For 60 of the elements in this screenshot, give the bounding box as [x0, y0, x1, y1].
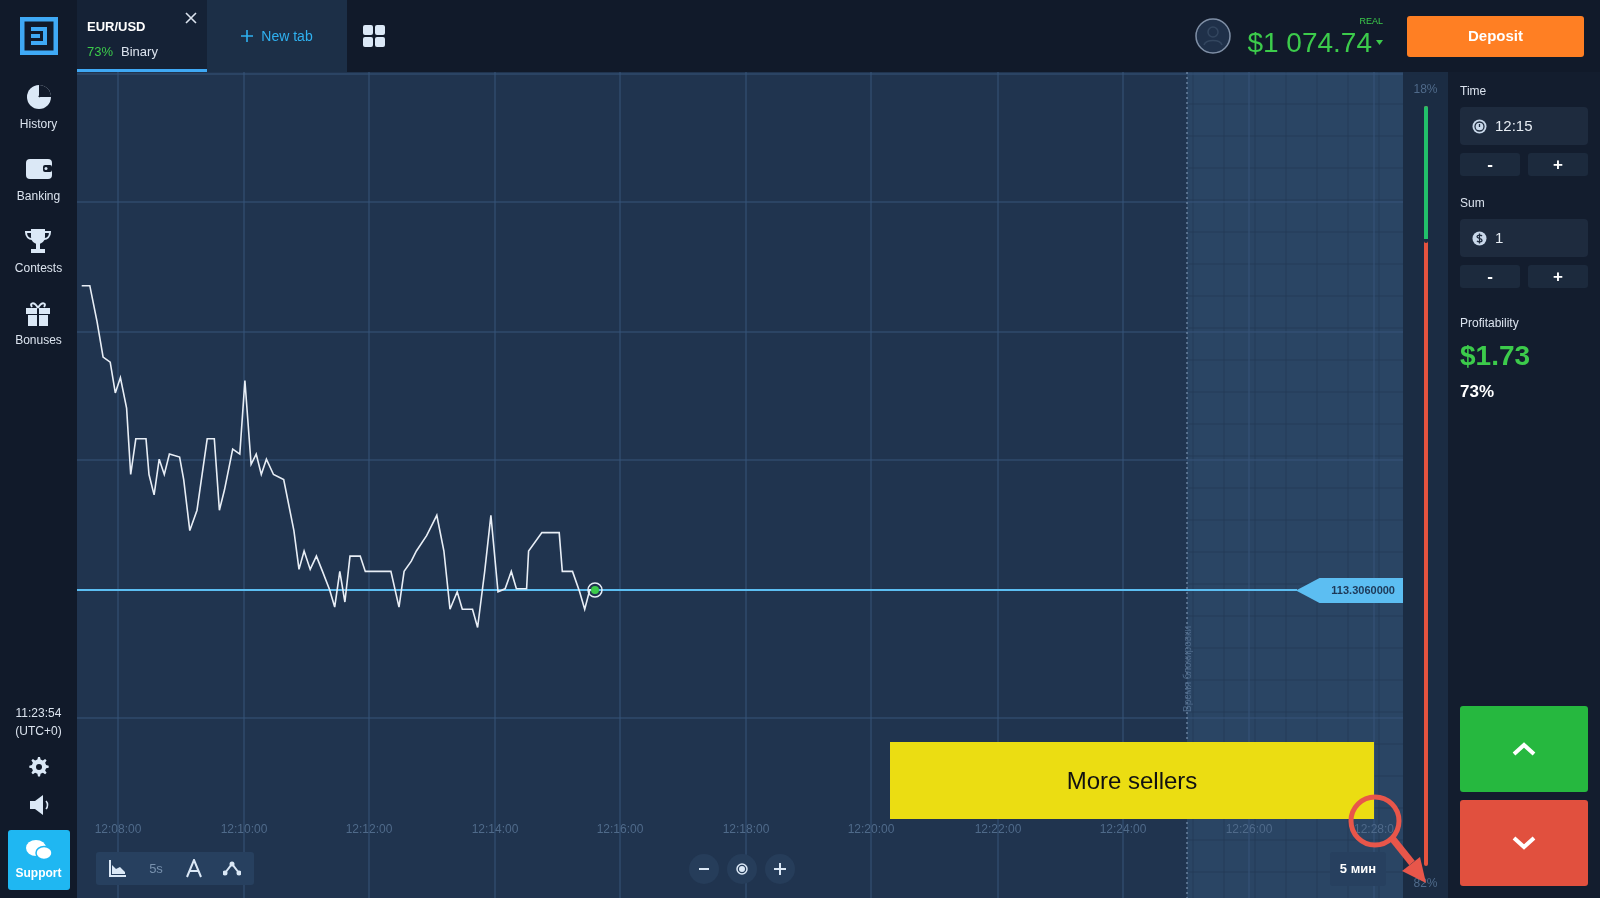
timezone-label: (UTC+0) — [15, 723, 62, 740]
sidebar-item[interactable]: Contests — [8, 226, 69, 278]
avatar-icon[interactable] — [1195, 18, 1232, 54]
time-axis-label: 12:18:00 — [722, 822, 770, 836]
chat-bubbles-icon — [24, 838, 53, 862]
balance-amount[interactable]: $1 074.74 — [1247, 28, 1372, 57]
lock-time-label: Время блокировки — [1181, 626, 1194, 712]
zoom-in-icon — [774, 863, 786, 875]
time-axis-label: 12:14:00 — [471, 822, 519, 836]
profitability-label: Profitability — [1460, 315, 1520, 332]
profit-amount: $1.73 — [1460, 339, 1532, 373]
time-axis-label: 12:20:00 — [847, 822, 895, 836]
center-chart-button[interactable] — [727, 854, 757, 884]
time-axis-label: 12:22:00 — [974, 822, 1022, 836]
speaker-icon[interactable] — [28, 794, 49, 816]
time-label: Time — [1460, 83, 1488, 100]
logo-icon[interactable] — [19, 17, 58, 55]
clock-time: 11:23:54 — [15, 705, 62, 722]
decrease-button[interactable]: - — [1460, 265, 1520, 288]
time-axis-label: 12:12:00 — [345, 822, 393, 836]
timeframe-button[interactable]: 5 мин — [1330, 852, 1386, 886]
time-axis-label: 12:16:00 — [596, 822, 644, 836]
buyers-percent: 18% — [1413, 81, 1438, 98]
sum-field[interactable]: 1 — [1460, 219, 1588, 257]
chevron-down-icon — [1512, 836, 1536, 850]
time-field[interactable]: 12:15 — [1460, 107, 1588, 145]
nodes-icon[interactable] — [223, 859, 241, 878]
new-tab-button[interactable]: New tab — [207, 0, 347, 72]
center-chart-icon — [736, 863, 748, 875]
asset-tab[interactable]: EUR/USD 73% Binary — [77, 0, 207, 72]
sidebar-item[interactable]: Bonuses — [9, 298, 68, 350]
sum-label: Sum — [1460, 195, 1486, 212]
close-button[interactable] — [185, 12, 197, 24]
settings-icon[interactable] — [27, 756, 50, 778]
plus-icon — [241, 30, 254, 42]
current-point-marker — [587, 582, 603, 598]
time-axis-label: 12:24:00 — [1099, 822, 1147, 836]
tab-title: EUR/USD — [87, 19, 146, 34]
time-axis-label: 12:08:00 — [94, 822, 142, 836]
trophy-icon — [24, 227, 53, 255]
zoom-out-button[interactable] — [689, 854, 719, 884]
grid-layout-icon[interactable] — [363, 25, 385, 47]
sidebar-item[interactable]: History — [13, 82, 64, 134]
account-type-label: REAL — [1359, 15, 1383, 29]
dollar-icon — [1472, 230, 1487, 246]
option-type: Binary — [121, 43, 158, 61]
close-icon — [185, 12, 197, 24]
profit-percent: 73% — [1460, 380, 1496, 403]
gift-icon — [24, 299, 53, 327]
decrease-button[interactable]: - — [1460, 153, 1520, 176]
area-chart-icon[interactable] — [109, 859, 127, 878]
chevron-up-icon — [1512, 742, 1536, 756]
sidebar-item[interactable]: Banking — [10, 154, 67, 206]
payout-percent: 73% — [87, 43, 114, 61]
more-sellers-banner: More sellers — [890, 742, 1374, 819]
increase-button[interactable]: + — [1528, 265, 1588, 288]
caret-icon[interactable] — [1376, 40, 1383, 46]
zoom-in-button[interactable] — [765, 854, 795, 884]
increase-button[interactable]: + — [1528, 153, 1588, 176]
time-axis-label: 12:10:00 — [220, 822, 268, 836]
